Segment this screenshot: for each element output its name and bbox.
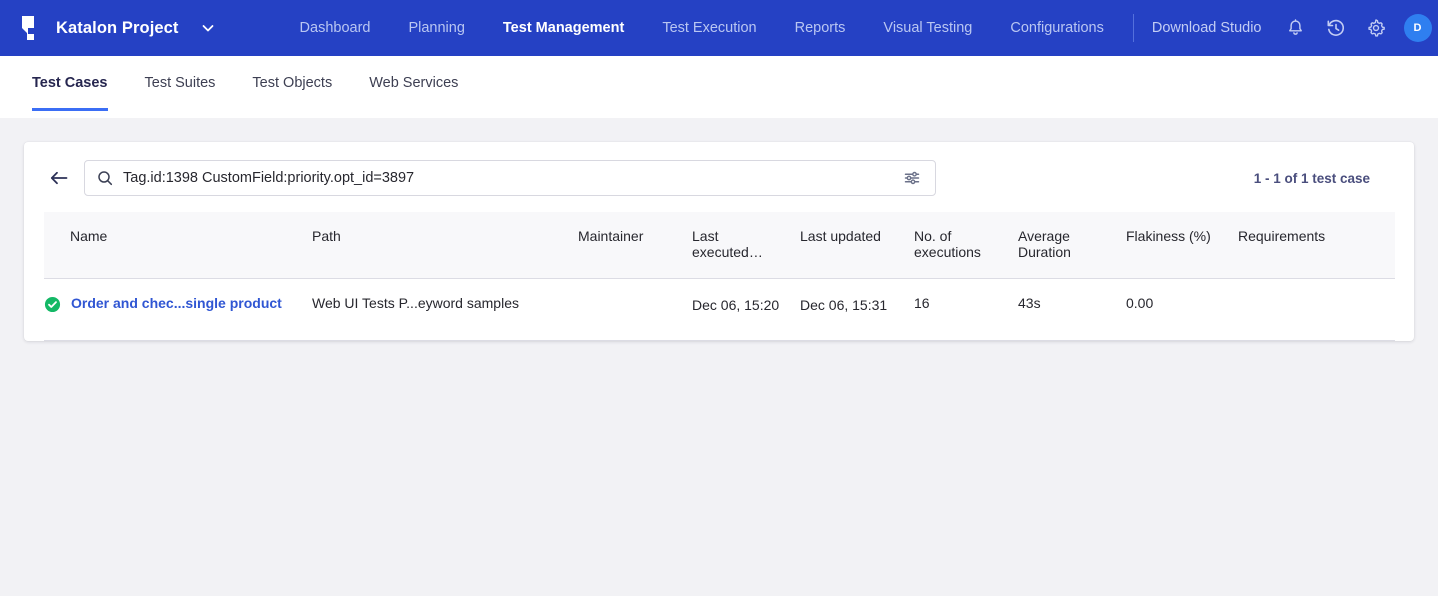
column-header-no-of-executions[interactable]: No. of executions — [914, 212, 1018, 278]
cell-path: Web UI Tests P...eyword samples — [312, 278, 578, 340]
check-circle-icon — [44, 296, 61, 316]
brand-block: Katalon Project — [14, 12, 219, 44]
filter-sliders-icon[interactable] — [899, 165, 925, 191]
cell-average-duration: 43s — [1018, 278, 1126, 340]
nav-link-test-management[interactable]: Test Management — [484, 0, 643, 56]
tab-label: Test Suites — [145, 76, 216, 111]
nav-right-cluster: Download Studio D — [1123, 0, 1436, 56]
column-header-flakiness[interactable]: Flakiness (%) — [1126, 212, 1238, 278]
table-row[interactable]: Order and chec...single product Web UI T… — [44, 278, 1395, 340]
column-header-average-duration[interactable]: Average Duration — [1018, 212, 1126, 278]
cell-name: Order and chec...single product — [44, 278, 312, 340]
tab-web-services[interactable]: Web Services — [369, 56, 458, 111]
nav-link-reports[interactable]: Reports — [776, 0, 865, 56]
column-header-name[interactable]: Name — [44, 212, 312, 278]
test-case-table: Name Path Maintainer Last executed… Last… — [44, 212, 1395, 341]
tab-test-cases[interactable]: Test Cases — [32, 56, 108, 111]
cell-no-of-executions: 16 — [914, 278, 1018, 340]
tab-label: Test Cases — [32, 76, 108, 111]
nav-link-visual-testing[interactable]: Visual Testing — [864, 0, 991, 56]
table-header-row: Name Path Maintainer Last executed… Last… — [44, 212, 1395, 278]
table-scroll-area[interactable]: Name Path Maintainer Last executed… Last… — [44, 212, 1414, 341]
main-nav-links: Dashboard Planning Test Management Test … — [281, 0, 1123, 56]
test-case-link[interactable]: Order and chec...single product — [71, 295, 282, 311]
nav-link-planning[interactable]: Planning — [389, 0, 483, 56]
search-input[interactable] — [123, 161, 899, 195]
cell-last-updated: Dec 06, 15:31 — [800, 278, 914, 340]
bell-icon[interactable] — [1276, 8, 1316, 48]
column-header-path[interactable]: Path — [312, 212, 578, 278]
nav-link-configurations[interactable]: Configurations — [991, 0, 1123, 56]
test-case-list-card: 1 - 1 of 1 test case Name Path Maintaine… — [24, 142, 1414, 341]
cell-maintainer — [578, 278, 692, 340]
cell-last-executed: Dec 06, 15:20 — [692, 278, 800, 340]
cell-flakiness: 0.00 — [1126, 278, 1238, 340]
avatar[interactable]: D — [1404, 14, 1432, 42]
gear-icon[interactable] — [1356, 8, 1396, 48]
tab-test-objects[interactable]: Test Objects — [252, 56, 332, 111]
toolbar: 1 - 1 of 1 test case — [24, 142, 1414, 212]
project-name: Katalon Project — [56, 19, 179, 38]
top-navigation-bar: Katalon Project Dashboard Planning Test … — [0, 0, 1438, 56]
history-clock-icon[interactable] — [1316, 8, 1356, 48]
column-header-last-updated[interactable]: Last updated — [800, 212, 914, 278]
section-tab-bar: Test Cases Test Suites Test Objects Web … — [0, 56, 1438, 118]
nav-divider — [1133, 14, 1134, 42]
arrow-left-icon[interactable] — [46, 165, 72, 191]
column-header-requirements[interactable]: Requirements — [1238, 212, 1395, 278]
result-count: 1 - 1 of 1 test case — [1254, 171, 1392, 186]
nav-link-test-execution[interactable]: Test Execution — [643, 0, 775, 56]
search-field-wrapper[interactable] — [84, 160, 936, 196]
tab-label: Test Objects — [252, 76, 332, 111]
nav-link-dashboard[interactable]: Dashboard — [281, 0, 390, 56]
tab-label: Web Services — [369, 76, 458, 111]
chevron-down-icon[interactable] — [201, 21, 215, 35]
download-studio-link[interactable]: Download Studio — [1152, 20, 1262, 36]
katalon-logo-icon — [14, 12, 44, 44]
page-content: 1 - 1 of 1 test case Name Path Maintaine… — [0, 118, 1438, 596]
column-header-last-executed[interactable]: Last executed… — [692, 212, 800, 278]
search-icon — [97, 170, 113, 186]
cell-requirements — [1238, 278, 1395, 340]
column-header-maintainer[interactable]: Maintainer — [578, 212, 692, 278]
tab-test-suites[interactable]: Test Suites — [145, 56, 216, 111]
